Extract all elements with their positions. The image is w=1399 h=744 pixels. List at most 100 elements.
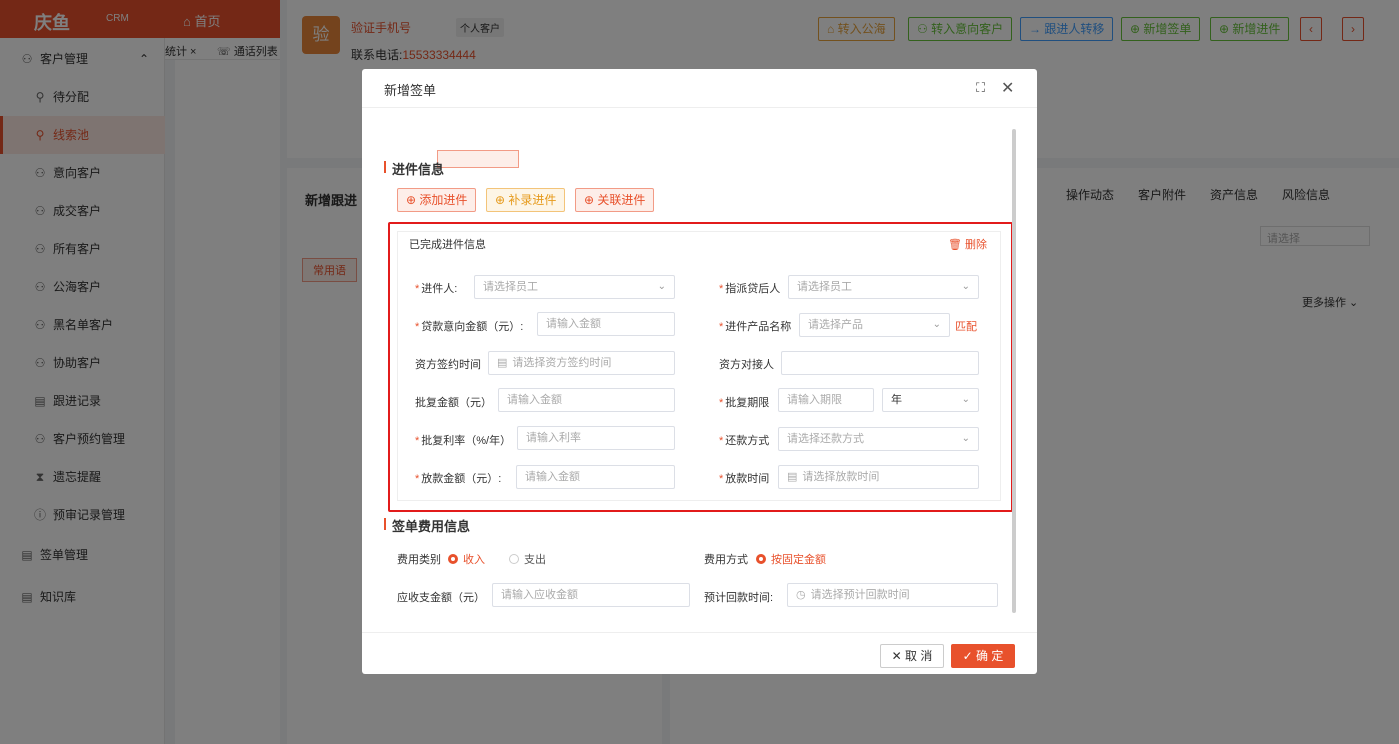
chevron-down-icon: ⌄ [932,319,941,330]
completed-entry-title: 已完成进件信息 [409,239,486,251]
placeholder: 请选择预计回款时间 [810,589,910,601]
label-text: 资方对接人 [719,359,774,371]
close-icon: ✕ [891,649,906,663]
label-text: 资方签约时间 [415,359,481,371]
label-text: 进件人: [421,283,458,295]
new-sign-modal: 新增签单 ⛶ ✕ 进件信息 ⊕ 添加进件 ⊕ 补录进件 ⊕ 关联进件 已完成进件… [362,69,1037,674]
section-fee-title: 签单费用信息 [384,516,470,535]
clock-icon: ◷ [796,589,806,601]
placeholder: 请输入利率 [526,432,581,444]
calendar-icon: ▤ [787,471,798,483]
sign-time-picker[interactable]: ▤ 请选择资方签约时间 [488,351,675,375]
close-icon[interactable]: ✕ [1001,78,1014,98]
chevron-down-icon: ⌄ [961,394,970,405]
divider [362,632,1037,633]
scrollbar[interactable] [1012,129,1016,613]
approve-term-input[interactable]: 请输入期限 [778,388,874,412]
term-unit-select[interactable]: 年 ⌄ [882,388,979,412]
rate-input[interactable]: 请输入利率 [517,426,675,450]
button-label: 添加进件 [419,193,468,207]
radio-label: 支出 [524,554,546,566]
placeholder: 请输入金额 [507,394,562,406]
assign-select[interactable]: 请选择员工 ⌄ [788,275,979,299]
radio-label: 收入 [463,554,485,566]
selected-value: 年 [891,394,902,406]
return-time-picker[interactable]: ◷ 请选择预计回款时间 [787,583,998,607]
fullscreen-icon[interactable]: ⛶ [976,80,985,96]
trash-icon: 🗑 [948,239,966,251]
disburse-time-picker[interactable]: ▤ 请选择放款时间 [778,465,979,489]
expense-radio[interactable]: 支出 [509,551,546,567]
label-text: 指派贷后人 [725,283,781,295]
cut-off-button[interactable] [437,150,519,168]
check-icon: ✓ [962,649,977,663]
chevron-down-icon: ⌄ [961,433,970,444]
label-text: 放款时间 [725,473,770,485]
contact-label: 资方对接人 [719,356,774,372]
rate-label: * 批复利率（%/年） [415,435,512,447]
label-text: 批复期限 [725,397,770,409]
placeholder: 请选择还款方式 [787,433,864,445]
label-text: 进件产品名称 [725,321,792,333]
fee-amount-label: 应收支金额（元） [397,592,485,604]
approve-amount-label: 批复金额（元） [415,394,492,410]
loan-amount-input[interactable]: 请输入金额 [537,312,675,336]
button-label: 确 定 [976,649,1004,663]
assign-label: * 指派贷后人 [719,283,781,295]
disburse-amount-input[interactable]: 请输入金额 [516,465,675,489]
radio-dot [509,554,519,564]
loan-amount-label: * 贷款意向金额（元）: [415,321,524,333]
chevron-down-icon: ⌄ [961,281,970,292]
placeholder: 请输入金额 [525,471,580,483]
return-time-label: 预计回款时间: [704,592,774,604]
placeholder: 请输入期限 [787,394,842,406]
modal-title: 新增签单 [384,83,437,98]
button-label: 关联进件 [597,193,646,207]
placeholder: 请输入应收金额 [501,589,578,601]
placeholder: 请输入金额 [546,318,601,330]
button-label: 补录进件 [508,193,557,207]
delete-label: 删除 [965,239,988,251]
product-label: * 进件产品名称 [719,321,792,333]
disburse-amount-label: * 放款金额（元）: [415,473,502,485]
button-label: 取 消 [905,649,933,663]
radio-dot [448,554,458,564]
link-entry-button[interactable]: ⊕ 关联进件 [575,188,655,212]
label-text: 放款金额（元）: [421,473,502,485]
radio-dot [756,554,766,564]
repay-select[interactable]: 请选择还款方式 ⌄ [778,427,979,451]
applicant-label: * 进件人: [415,283,458,295]
contact-input[interactable] [781,351,979,375]
calendar-icon: ▤ [497,357,508,369]
disburse-time-label: * 放款时间 [719,473,770,485]
supplement-entry-button[interactable]: ⊕ 补录进件 [486,188,566,212]
confirm-button[interactable]: ✓ 确 定 [951,644,1015,668]
plus-circle-icon: ⊕ [584,193,598,207]
cancel-button[interactable]: ✕ 取 消 [880,644,944,668]
label-text: 批复利率（%/年） [421,435,512,447]
plus-circle-icon: ⊕ [495,193,509,207]
delete-button[interactable]: 🗑 删除 [948,236,987,252]
sign-time-label: 资方签约时间 [415,356,481,372]
chevron-down-icon: ⌄ [657,281,666,292]
approve-amount-input[interactable]: 请输入金额 [498,388,675,412]
section-entry-title: 进件信息 [384,159,444,178]
placeholder: 请选择员工 [483,281,538,293]
label-text: 还款方式 [725,435,770,447]
applicant-select[interactable]: 请选择员工 ⌄ [474,275,675,299]
plus-circle-icon: ⊕ [406,193,420,207]
add-entry-button[interactable]: ⊕ 添加进件 [397,188,477,212]
radio-label: 按固定金额 [771,554,826,566]
placeholder: 请选择员工 [797,281,852,293]
fee-method-label: 费用方式 [704,554,748,566]
label-text: 贷款意向金额（元）: [421,321,524,333]
product-select[interactable]: 请选择产品 ⌄ [799,313,950,337]
income-radio[interactable]: 收入 [448,551,485,567]
fee-amount-input[interactable]: 请输入应收金额 [492,583,690,607]
match-link[interactable]: 匹配 [955,318,977,334]
fixed-amount-radio[interactable]: 按固定金额 [756,551,826,567]
label-text: 批复金额（元） [415,397,492,409]
repay-label: * 还款方式 [719,435,770,447]
placeholder: 请选择放款时间 [802,471,880,483]
approve-term-label: * 批复期限 [719,397,770,409]
